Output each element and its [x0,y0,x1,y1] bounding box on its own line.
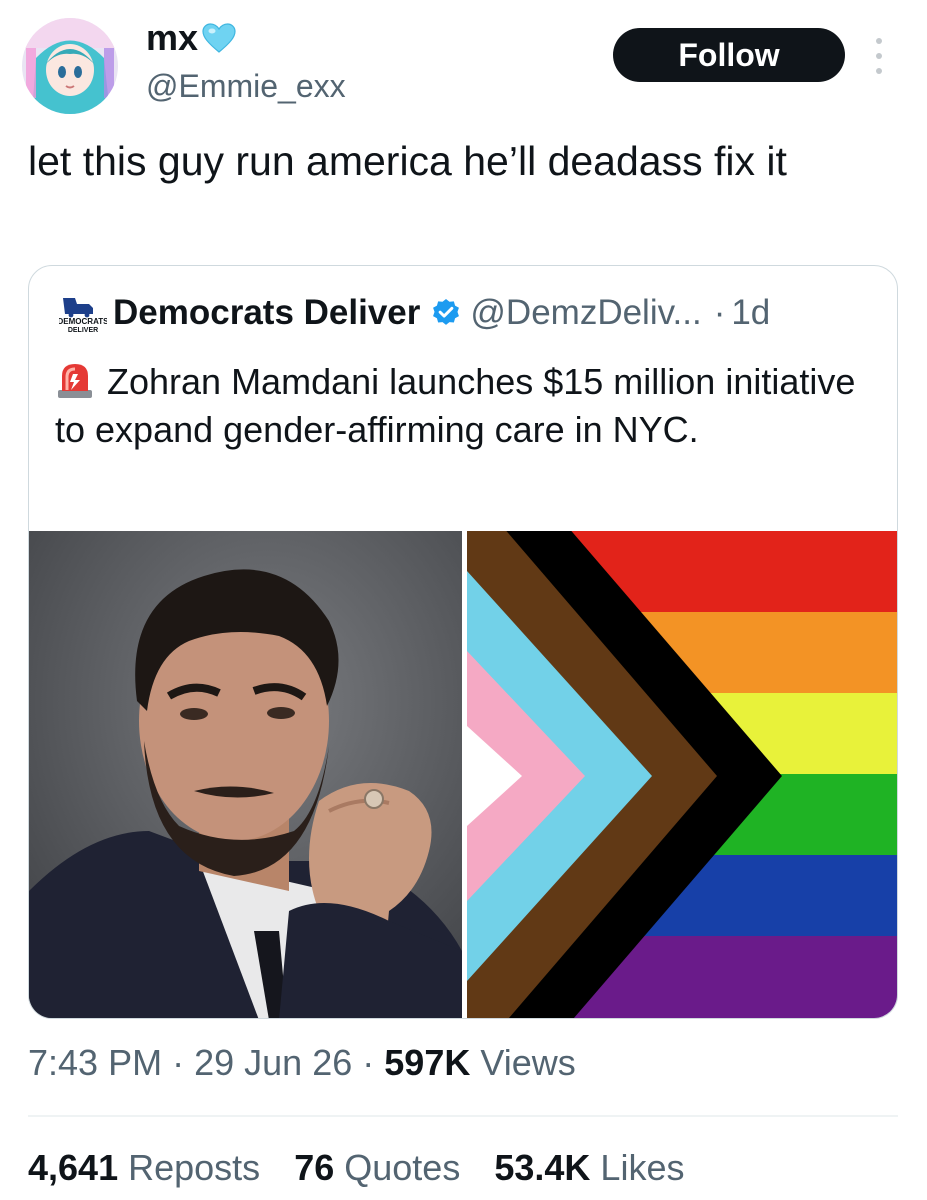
democrats-deliver-logo: DEMOCRATS DELIVER [59,298,107,334]
reposts-stat[interactable]: 4,641 Reposts [28,1143,260,1193]
verified-badge-icon [433,299,460,325]
quoted-text: Zohran Mamdani launches $15 million init… [55,361,856,450]
follow-button[interactable]: Follow [613,28,845,82]
user-handle[interactable]: @Emmie_exx [146,66,346,106]
likes-stat[interactable]: 53.4K Likes [494,1143,684,1193]
tweet-meta: 7:43 PM · 29 Jun 26 · 597K Views [28,1040,576,1086]
quoted-handle[interactable]: @DemzDeliv... [470,293,701,333]
meta-dot-1: · [172,1042,185,1083]
separator-dot: · [713,293,726,332]
man-portrait-image [29,531,462,1018]
avatar[interactable] [22,18,118,114]
more-options-icon[interactable] [872,38,886,74]
quotes-count: 76 [294,1147,335,1188]
quoted-tweet-card[interactable]: DEMOCRATS DELIVER Democrats Deliver @Dem… [28,265,898,1019]
rotating-light-icon [58,364,92,398]
engagement-stats: 4,641 Reposts 76 Quotes 53.4K Likes [28,1143,684,1193]
likes-count: 53.4K [494,1147,591,1188]
logo-line-1: DEMOCRATS [59,317,107,326]
reposts-label: Reposts [128,1147,261,1188]
views-label: Views [480,1042,576,1083]
likes-label: Likes [600,1147,685,1188]
anime-avatar-image [22,18,118,114]
divider [28,1115,898,1117]
quoted-header: Democrats Deliver @DemzDeliv... · 1d [113,288,770,338]
quoted-display-name[interactable]: Democrats Deliver [113,293,420,333]
views-count: 597K [384,1042,471,1083]
quoted-text-block: Zohran Mamdani launches $15 million init… [55,358,885,454]
progress-pride-flag[interactable] [467,531,897,1018]
quotes-stat[interactable]: 76 Quotes [294,1143,460,1193]
display-name[interactable]: mx [146,16,198,60]
light-blue-heart-icon [202,23,236,53]
reposts-count: 4,641 [28,1147,119,1188]
tweet-time[interactable]: 7:43 PM [28,1042,162,1083]
logo-line-2: DELIVER [68,327,98,334]
meta-dot-2: · [362,1042,375,1083]
display-name-row[interactable]: mx [146,16,236,60]
pride-flag-image [467,531,897,1018]
portrait-photo[interactable] [29,531,462,1018]
quotes-label: Quotes [344,1147,461,1188]
tweet-date[interactable]: 29 Jun 26 [194,1042,352,1083]
quoted-age[interactable]: 1d [731,293,770,333]
tweet-text: let this guy run america he’ll deadass f… [28,138,787,184]
